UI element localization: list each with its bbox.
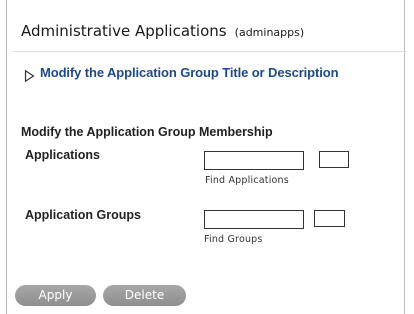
find-groups-hint: Find Groups <box>204 234 263 245</box>
modify-title-description-link[interactable]: Modify the Application Group Title or De… <box>40 65 339 80</box>
modify-title-description-expander[interactable]: Modify the Application Group Title or De… <box>24 65 339 82</box>
apply-button[interactable]: Apply <box>15 285 96 306</box>
page-title: Administrative Applications (adminapps) <box>21 21 304 40</box>
triangle-right-icon <box>24 67 35 82</box>
find-applications-hint: Find Applications <box>205 175 289 186</box>
delete-button[interactable]: Delete <box>103 285 186 306</box>
title-divider <box>13 51 406 52</box>
application-groups-label: Application Groups <box>25 208 141 222</box>
page-title-main: Administrative Applications <box>21 22 227 40</box>
admin-panel: Administrative Applications (adminapps) … <box>6 0 406 314</box>
applications-label: Applications <box>25 148 101 162</box>
page-title-subtitle: (adminapps) <box>234 26 305 39</box>
application-groups-find-button[interactable] <box>314 210 345 227</box>
membership-section-title: Modify the Application Group Membership <box>21 125 273 139</box>
application-groups-input[interactable] <box>204 210 304 229</box>
applications-find-button[interactable] <box>319 151 349 168</box>
applications-input[interactable] <box>204 151 304 170</box>
